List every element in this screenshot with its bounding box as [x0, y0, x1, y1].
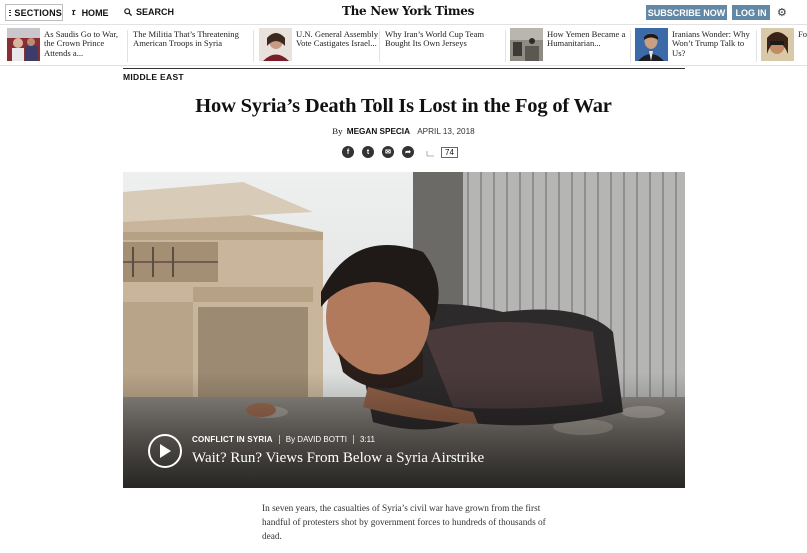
story-title: How Yemen Became a Humanitarian... — [547, 29, 626, 49]
facebook-icon[interactable]: f — [342, 146, 354, 158]
masthead-logo[interactable]: The New York Times — [342, 4, 474, 18]
login-button[interactable]: LOG IN — [732, 5, 770, 20]
story-title: Iranians Wonder: Why Won’t Trump Talk to… — [672, 29, 750, 58]
share-tools: f t ✉ ➦ 74 — [342, 145, 458, 159]
related-stories-ribbon: As Saudis Go to War, the Crown Prince At… — [0, 26, 807, 66]
section-kicker[interactable]: MIDDLE EAST — [123, 72, 184, 82]
share-icon[interactable]: ➦ — [402, 146, 414, 158]
ribbon-story[interactable]: The Militia That’s Threatening American … — [133, 28, 253, 64]
bookmark-icon[interactable] — [426, 147, 435, 157]
video-series[interactable]: CONFLICT IN SYRIA — [192, 435, 273, 444]
menu-icon — [9, 8, 12, 17]
home-label: HOME — [81, 7, 109, 18]
story-title: Fo... — [798, 29, 807, 39]
search-icon — [124, 8, 132, 16]
ribbon-divider — [379, 30, 380, 62]
article-byline: By MEGAN SPECIA APRIL 13, 2018 — [0, 126, 807, 136]
ribbon-story[interactable]: Why Iran’s World Cup Team Bought Its Own… — [385, 28, 505, 64]
ribbon-story[interactable]: As Saudis Go to War, the Crown Prince At… — [7, 28, 125, 64]
video-meta: CONFLICT IN SYRIA By DAVID BOTTI 3:11 — [192, 435, 375, 444]
byline-by: By — [332, 126, 343, 136]
article-body-paragraph: In seven years, the casualties of Syria’… — [262, 504, 546, 543]
article-top-rule — [123, 68, 685, 69]
ribbon-divider — [630, 30, 631, 62]
twitter-icon[interactable]: t — [362, 146, 374, 158]
comments-count[interactable]: 74 — [441, 146, 458, 158]
ribbon-story[interactable]: U.N. General Assembly Vote Castigates Is… — [259, 28, 379, 64]
ribbon-story[interactable]: Fo... — [761, 28, 807, 64]
sections-button[interactable]: SECTIONS — [5, 4, 63, 21]
email-icon[interactable]: ✉ — [382, 146, 394, 158]
story-thumbnail — [510, 28, 543, 61]
meta-divider — [352, 435, 354, 444]
search-button[interactable]: SEARCH — [124, 7, 174, 17]
play-button[interactable] — [148, 434, 182, 468]
video-byline: By DAVID BOTTI — [285, 435, 347, 444]
top-navigation-bar: SECTIONS 𝔯 HOME SEARCH The New York Time… — [0, 0, 807, 25]
ribbon-story[interactable]: Iranians Wonder: Why Won’t Trump Talk to… — [635, 28, 755, 64]
play-icon — [160, 444, 171, 458]
article-headline: How Syria’s Death Toll Is Lost in the Fo… — [195, 95, 612, 117]
home-link[interactable]: 𝔯 HOME — [72, 7, 109, 18]
meta-divider — [278, 435, 280, 444]
subscribe-button[interactable]: SUBSCRIBE NOW — [646, 5, 727, 20]
ribbon-divider — [756, 30, 757, 62]
story-thumbnail — [635, 28, 668, 61]
ribbon-story[interactable]: How Yemen Became a Humanitarian... — [510, 28, 630, 64]
ribbon-divider — [505, 30, 506, 62]
story-thumbnail — [761, 28, 794, 61]
hero-video[interactable]: CONFLICT IN SYRIA By DAVID BOTTI 3:11 Wa… — [123, 172, 685, 488]
byline-author[interactable]: MEGAN SPECIA — [347, 127, 410, 136]
story-title: As Saudis Go to War, the Crown Prince At… — [44, 29, 118, 58]
story-title: The Militia That’s Threatening American … — [133, 29, 239, 49]
search-label: SEARCH — [136, 7, 175, 17]
byline-date: APRIL 13, 2018 — [417, 127, 475, 136]
video-duration: 3:11 — [359, 435, 375, 444]
story-thumbnail — [259, 28, 292, 61]
story-thumbnail — [7, 28, 40, 61]
story-title: Why Iran’s World Cup Team Bought Its Own… — [385, 29, 485, 49]
ribbon-divider — [253, 30, 254, 62]
story-title: U.N. General Assembly Vote Castigates Is… — [296, 29, 379, 49]
sections-label: SECTIONS — [14, 7, 62, 18]
ribbon-divider — [127, 30, 128, 62]
video-title[interactable]: Wait? Run? Views From Below a Syria Airs… — [192, 450, 484, 467]
gear-icon[interactable]: ⚙ — [777, 6, 787, 19]
nyt-t-icon: 𝔯 — [72, 7, 76, 18]
